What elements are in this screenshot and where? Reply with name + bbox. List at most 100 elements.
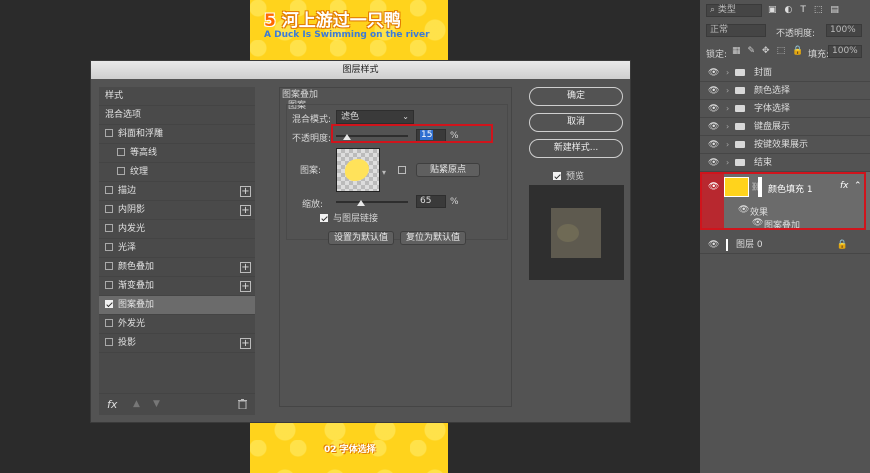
fill-input[interactable]: 100% [828, 45, 862, 58]
new-style-button[interactable]: 新建样式... [529, 139, 623, 158]
blend-mode-dropdown[interactable]: 正常 [706, 24, 766, 37]
move-down-icon[interactable]: ▼ [153, 399, 160, 409]
canvas-title-number: 5 [264, 11, 276, 31]
pattern-picker[interactable] [336, 148, 380, 192]
layers-opacity-label: 不透明度: [776, 29, 816, 39]
style-item[interactable]: 内阴影 + [99, 201, 255, 220]
style-checkbox[interactable] [105, 262, 113, 270]
style-checkbox[interactable] [105, 205, 113, 213]
chevron-right-icon[interactable]: › [726, 154, 729, 172]
add-icon[interactable]: + [240, 205, 251, 216]
link-with-layer-row[interactable]: 与图层链接 [320, 211, 378, 224]
lock-icons[interactable]: ▦✎✥⬚🔒 [732, 46, 810, 56]
cancel-button[interactable]: 取消 [529, 113, 623, 132]
style-item[interactable]: 渐变叠加 + [99, 277, 255, 296]
canvas-title-text: 河上游过一只鸭 [281, 11, 401, 31]
filter-icons: ▣◐T⬚▤ [768, 5, 847, 15]
folder-icon [735, 87, 745, 94]
style-item[interactable]: 外发光 [99, 315, 255, 334]
ok-button[interactable]: 确定 [529, 87, 623, 106]
chevron-right-icon[interactable]: › [726, 64, 729, 82]
preview-row[interactable]: 预览 [553, 169, 584, 182]
eye-icon[interactable]: 👁 [708, 236, 719, 254]
eye-icon[interactable]: 👁 [708, 82, 719, 100]
style-item[interactable]: 混合选项 [99, 106, 255, 125]
style-item[interactable]: 投影 + [99, 334, 255, 353]
snap-origin-button[interactable]: 贴紧原点 [416, 163, 480, 177]
scale-slider[interactable] [336, 201, 408, 203]
add-icon[interactable]: + [240, 262, 251, 273]
selected-eye-icon[interactable]: 👁 [708, 182, 719, 192]
chevron-right-icon[interactable]: › [726, 136, 729, 154]
layer-group[interactable]: 👁 › 颜色选择 [700, 82, 870, 100]
style-item[interactable]: 等高线 [99, 144, 255, 163]
chevron-right-icon[interactable]: › [726, 82, 729, 100]
fill-label: 填充: [808, 50, 830, 60]
search-icon: ⌕ [710, 5, 716, 15]
style-checkbox[interactable] [105, 224, 113, 232]
add-icon[interactable]: + [240, 186, 251, 197]
layer-name: 图层 0 [736, 240, 763, 250]
style-item[interactable]: 光泽 [99, 239, 255, 258]
layer-group[interactable]: 👁 › 键盘展示 [700, 118, 870, 136]
style-item[interactable]: 颜色叠加 + [99, 258, 255, 277]
style-item-label: 内发光 [118, 224, 146, 234]
style-item[interactable]: 描边 + [99, 182, 255, 201]
style-item[interactable]: 图案叠加 [99, 296, 255, 315]
layer-group[interactable]: 👁 › 字体选择 [700, 100, 870, 118]
style-item-label: 内阴影 [118, 205, 146, 215]
style-item[interactable]: 斜面和浮雕 [99, 125, 255, 144]
layer-group-name: 结束 [754, 158, 773, 168]
layer-group-name: 键盘展示 [754, 122, 791, 132]
style-checkbox[interactable] [105, 281, 113, 289]
layer-0[interactable]: 👁 图层 0 🔒 [700, 236, 870, 254]
link-checkbox[interactable] [320, 214, 328, 222]
blend-mode-select[interactable]: 滤色 ⌄ [336, 110, 414, 124]
eye-icon[interactable]: 👁 [708, 118, 719, 136]
layer-group-name: 颜色选择 [754, 86, 791, 96]
eye-icon[interactable]: 👁 [708, 136, 719, 154]
set-default-button[interactable]: 设置为默认值 [328, 231, 394, 245]
style-checkbox[interactable] [117, 148, 125, 156]
style-item-label: 斜面和浮雕 [118, 129, 164, 139]
style-checkbox[interactable] [105, 319, 113, 327]
style-item-label: 外发光 [118, 319, 146, 329]
style-checkbox[interactable] [105, 338, 113, 346]
preview-checkbox[interactable] [553, 172, 561, 180]
scale-input[interactable]: 65 [416, 195, 446, 208]
folder-icon [735, 159, 745, 166]
layer-kind-filter[interactable]: ⌕ 类型 [706, 4, 762, 17]
eye-icon[interactable]: 👁 [708, 64, 719, 82]
style-checkbox[interactable] [105, 300, 113, 308]
eye-icon[interactable]: 👁 [708, 154, 719, 172]
layer-group[interactable]: 👁 › 按键效果展示 [700, 136, 870, 154]
move-up-icon[interactable]: ▲ [133, 399, 140, 409]
layer-group[interactable]: 👁 › 封面 [700, 64, 870, 82]
chevron-right-icon[interactable]: › [726, 100, 729, 118]
style-checkbox[interactable] [117, 167, 125, 175]
style-item[interactable]: 内发光 [99, 220, 255, 239]
trash-icon[interactable] [238, 399, 247, 412]
scale-slider-thumb[interactable] [357, 200, 366, 206]
eye-icon[interactable]: 👁 [708, 100, 719, 118]
style-item-label: 样式 [105, 91, 124, 101]
dialog-title[interactable]: 图层样式 [91, 61, 630, 79]
pattern-dropdown-icon[interactable]: ▾ [382, 168, 386, 177]
add-icon[interactable]: + [240, 338, 251, 349]
reset-default-button[interactable]: 复位为默认值 [400, 231, 466, 245]
folder-icon [735, 141, 745, 148]
folder-icon [735, 123, 745, 130]
style-item[interactable]: 纹理 [99, 163, 255, 182]
layer-group[interactable]: 👁 › 结束 [700, 154, 870, 172]
style-checkbox[interactable] [105, 129, 113, 137]
style-preview [529, 185, 624, 280]
style-item[interactable]: 样式 [99, 87, 255, 106]
layers-opacity-input[interactable]: 100% [826, 24, 862, 37]
new-preset-icon[interactable] [398, 166, 406, 174]
lock-label: 锁定: [706, 50, 728, 60]
chevron-right-icon[interactable]: › [726, 118, 729, 136]
style-checkbox[interactable] [105, 243, 113, 251]
fx-icon[interactable]: fx [107, 398, 117, 411]
style-checkbox[interactable] [105, 186, 113, 194]
add-icon[interactable]: + [240, 281, 251, 292]
